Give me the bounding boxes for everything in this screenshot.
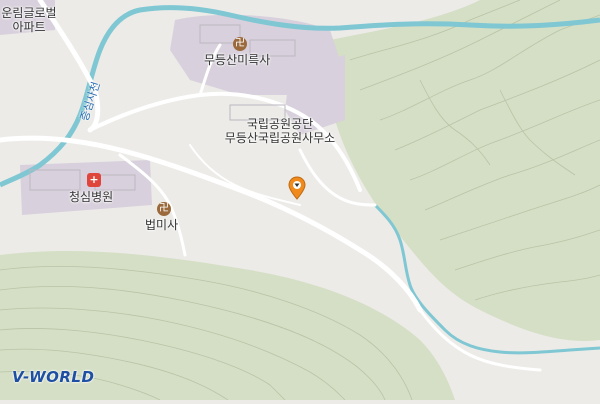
vworld-logo: V-WORLD: [12, 368, 95, 386]
map-canvas[interactable]: 운림글로벌 아파트 증심사천 卍 무등산미륵사 국립공원공단 무등산국립공원사무…: [0, 0, 600, 401]
park-office-label-line2: 무등산국립공원사무소: [224, 131, 336, 145]
green-area-east: [330, 0, 600, 341]
location-pin-icon[interactable]: [288, 176, 306, 200]
mudeung-temple-label[interactable]: 무등산미륵사: [204, 53, 270, 67]
hospital-icon[interactable]: +: [87, 173, 101, 187]
apartment-label-line1: 운림글로벌: [1, 6, 57, 20]
park-office-label[interactable]: 국립공원공단 무등산국립공원사무소: [218, 117, 342, 145]
hospital-label[interactable]: 청심병원: [69, 190, 113, 204]
park-office-label-line1: 국립공원공단: [246, 117, 314, 131]
beopmi-temple-label[interactable]: 법미사: [145, 218, 178, 232]
temple-icon[interactable]: 卍: [157, 202, 171, 216]
temple-icon[interactable]: 卍: [233, 37, 247, 51]
apartment-label-line2: 아파트: [12, 20, 46, 34]
apartment-label[interactable]: 운림글로벌 아파트: [0, 6, 58, 34]
facility-zone-hospital: [20, 160, 152, 215]
